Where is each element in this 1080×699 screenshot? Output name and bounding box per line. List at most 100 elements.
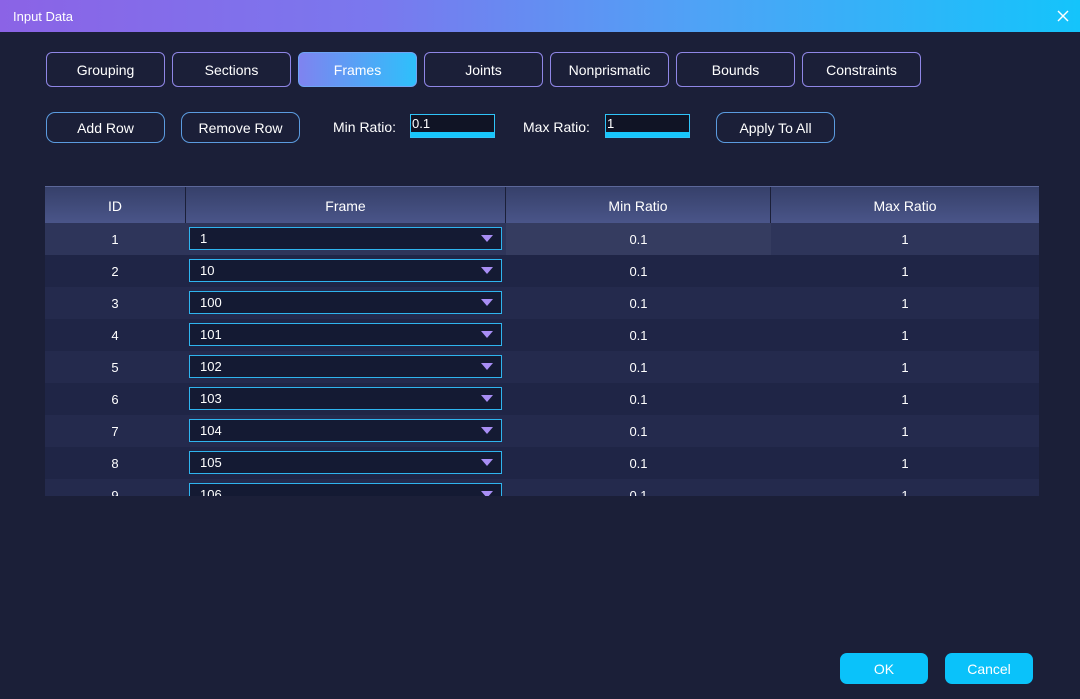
ok-button[interactable]: OK: [840, 653, 928, 684]
frame-select-value: 10: [200, 263, 215, 278]
frame-select[interactable]: 105: [189, 451, 502, 474]
remove-row-button[interactable]: Remove Row: [181, 112, 300, 143]
frame-select[interactable]: 103: [189, 387, 502, 410]
tab-nonprismatic[interactable]: Nonprismatic: [550, 52, 669, 87]
frame-select-value: 101: [200, 327, 222, 342]
input-underline: [606, 132, 689, 137]
frame-select[interactable]: 100: [189, 291, 502, 314]
chevron-down-icon: [481, 267, 493, 274]
tab-label: Bounds: [711, 61, 760, 78]
window-title: Input Data: [13, 9, 73, 24]
tab-label: Nonprismatic: [568, 61, 651, 78]
cancel-button[interactable]: Cancel: [945, 653, 1033, 684]
title-bar: Input Data: [0, 0, 1080, 32]
min-ratio-cell[interactable]: 0.1: [506, 351, 771, 383]
frame-select-value: 100: [200, 295, 222, 310]
tab-sections[interactable]: Sections: [172, 52, 291, 87]
frame-select-value: 1: [200, 231, 208, 246]
row-id-cell: 7: [111, 423, 119, 439]
table-row[interactable]: 6 103 0.1 1: [45, 383, 1039, 415]
chevron-down-icon: [481, 491, 493, 496]
max-ratio-cell[interactable]: 1: [771, 319, 1039, 351]
table-row[interactable]: 7 104 0.1 1: [45, 415, 1039, 447]
max-ratio-cell[interactable]: 1: [771, 255, 1039, 287]
tab-label: Grouping: [76, 61, 135, 78]
tab-frames[interactable]: Frames: [298, 52, 417, 87]
chevron-down-icon: [481, 427, 493, 434]
tab-label: Sections: [204, 61, 259, 78]
row-id-cell: 1: [111, 231, 119, 247]
min-ratio-cell[interactable]: 0.1: [506, 447, 771, 479]
column-header-id[interactable]: ID: [45, 187, 186, 224]
row-id-cell: 5: [111, 359, 119, 375]
frame-select[interactable]: 1: [189, 227, 502, 250]
tab-joints[interactable]: Joints: [424, 52, 543, 87]
frame-select[interactable]: 101: [189, 323, 502, 346]
min-ratio-label: Min Ratio:: [333, 119, 397, 135]
row-id-cell: 6: [111, 391, 119, 407]
chevron-down-icon: [481, 299, 493, 306]
column-header-min-ratio[interactable]: Min Ratio: [506, 187, 771, 224]
input-underline: [411, 132, 494, 137]
row-id-cell: 2: [111, 263, 119, 279]
max-ratio-label: Max Ratio:: [523, 119, 590, 135]
max-ratio-cell[interactable]: 1: [771, 351, 1039, 383]
chevron-down-icon: [481, 331, 493, 338]
min-ratio-cell[interactable]: 0.1: [506, 479, 771, 497]
tab-constraints[interactable]: Constraints: [802, 52, 921, 87]
row-id-cell: 4: [111, 327, 119, 343]
max-ratio-cell[interactable]: 1: [771, 223, 1039, 255]
apply-to-all-button[interactable]: Apply To All: [716, 112, 835, 143]
tab-label: Constraints: [826, 61, 897, 78]
frame-select-value: 102: [200, 359, 222, 374]
chevron-down-icon: [481, 363, 493, 370]
max-ratio-cell[interactable]: 1: [771, 447, 1039, 479]
frames-table: ID Frame Min Ratio Max Ratio 1 1 0.1 1 2 10 0.…: [45, 186, 1039, 496]
frame-select-value: 104: [200, 423, 222, 438]
min-ratio-value: 0.1: [412, 116, 431, 131]
tab-bounds[interactable]: Bounds: [676, 52, 795, 87]
frame-select-value: 105: [200, 455, 222, 470]
row-id-cell: 8: [111, 455, 119, 471]
chevron-down-icon: [481, 395, 493, 402]
min-ratio-cell[interactable]: 0.1: [506, 255, 771, 287]
max-ratio-cell[interactable]: 1: [771, 383, 1039, 415]
max-ratio-cell[interactable]: 1: [771, 479, 1039, 497]
table-row[interactable]: 2 10 0.1 1: [45, 255, 1039, 287]
min-ratio-cell[interactable]: 0.1: [506, 383, 771, 415]
chevron-down-icon: [481, 235, 493, 242]
min-ratio-cell[interactable]: 0.1: [506, 415, 771, 447]
row-id-cell: 9: [111, 487, 119, 497]
tab-label: Joints: [465, 61, 502, 78]
frame-select-value: 103: [200, 391, 222, 406]
tab-label: Frames: [333, 61, 382, 78]
min-ratio-input[interactable]: 0.1: [410, 114, 495, 138]
min-ratio-cell[interactable]: 0.1: [506, 319, 771, 351]
table-row[interactable]: 9 106 0.1 1: [45, 479, 1039, 496]
frame-select[interactable]: 104: [189, 419, 502, 442]
table-row[interactable]: 3 100 0.1 1: [45, 287, 1039, 319]
max-ratio-cell[interactable]: 1: [771, 415, 1039, 447]
column-header-max-ratio[interactable]: Max Ratio: [771, 187, 1039, 224]
max-ratio-value: 1: [607, 116, 615, 131]
table-row[interactable]: 1 1 0.1 1: [45, 223, 1039, 255]
table-header: ID Frame Min Ratio Max Ratio: [45, 186, 1039, 224]
chevron-down-icon: [481, 459, 493, 466]
frame-select[interactable]: 10: [189, 259, 502, 282]
row-id-cell: 3: [111, 295, 119, 311]
frame-select[interactable]: 106: [189, 483, 502, 496]
column-header-frame[interactable]: Frame: [186, 187, 506, 224]
min-ratio-cell[interactable]: 0.1: [506, 223, 771, 255]
table-row[interactable]: 5 102 0.1 1: [45, 351, 1039, 383]
table-row[interactable]: 8 105 0.1 1: [45, 447, 1039, 479]
frame-select[interactable]: 102: [189, 355, 502, 378]
add-row-button[interactable]: Add Row: [46, 112, 165, 143]
frame-select-value: 106: [200, 487, 222, 496]
tab-grouping[interactable]: Grouping: [46, 52, 165, 87]
table-row[interactable]: 4 101 0.1 1: [45, 319, 1039, 351]
min-ratio-cell[interactable]: 0.1: [506, 287, 771, 319]
max-ratio-cell[interactable]: 1: [771, 287, 1039, 319]
close-icon: [1057, 10, 1069, 22]
close-button[interactable]: [1054, 7, 1072, 25]
max-ratio-input[interactable]: 1: [605, 114, 690, 138]
